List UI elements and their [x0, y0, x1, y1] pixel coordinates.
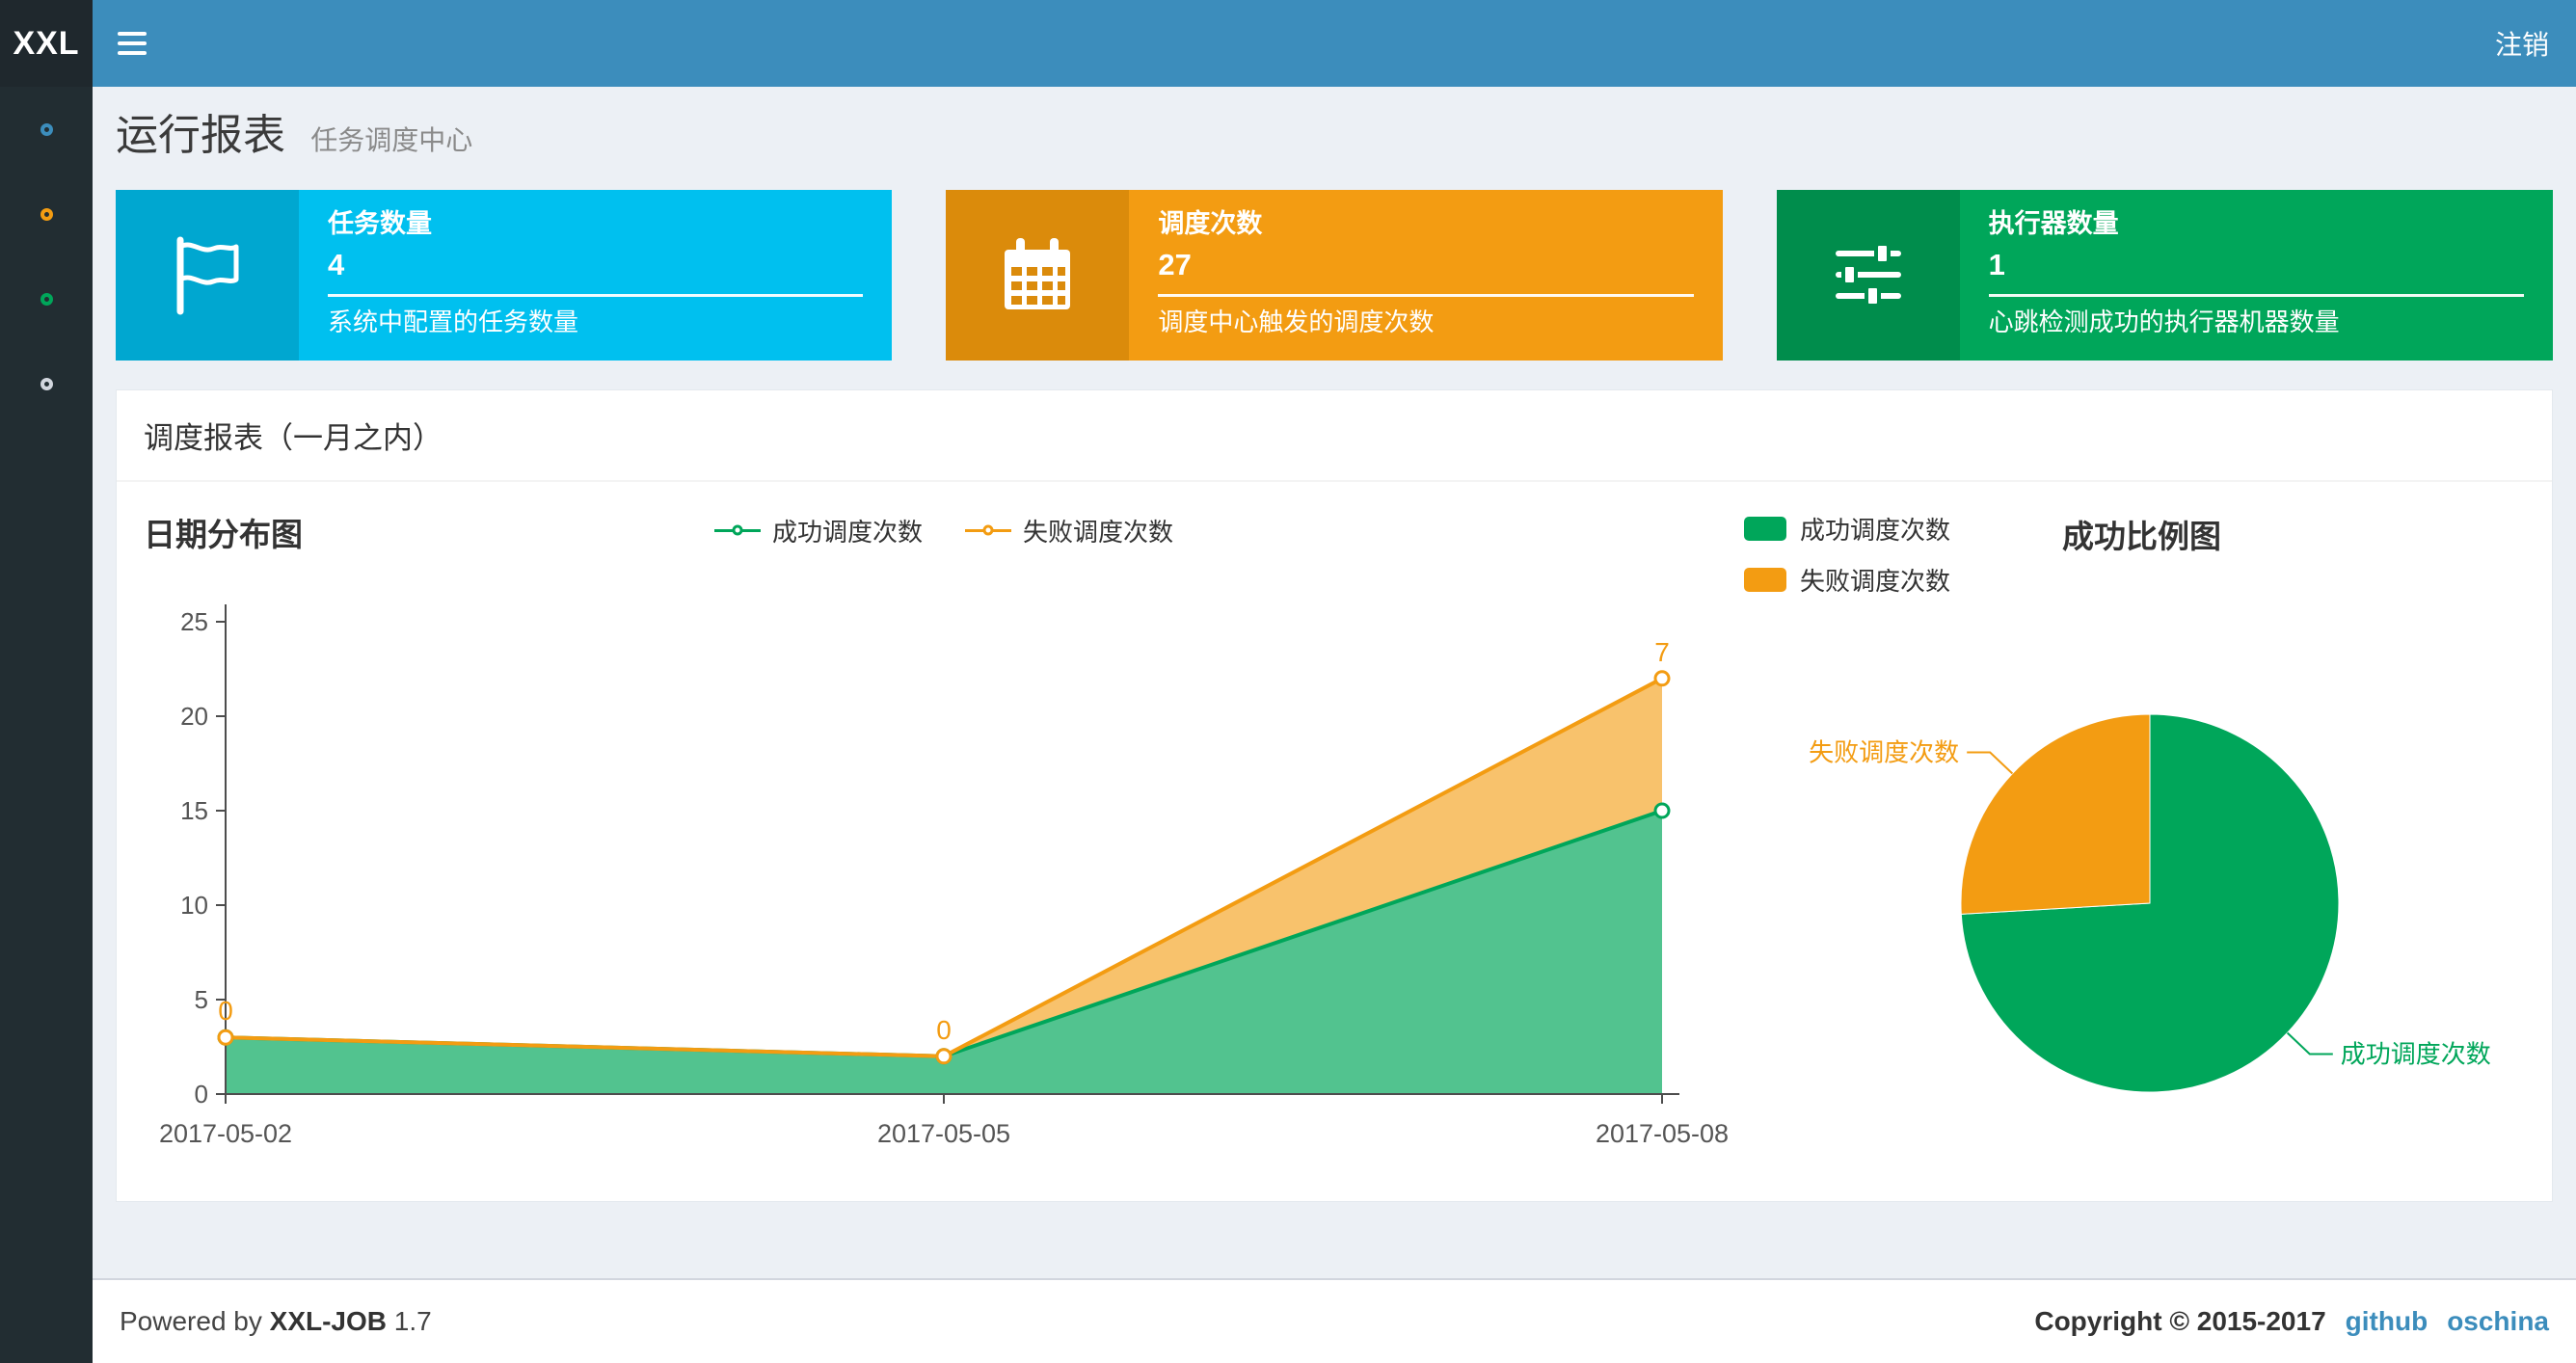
svg-text:15: 15	[180, 796, 208, 825]
info-box-title: 任务数量	[328, 208, 432, 238]
sliders-icon	[1835, 242, 1901, 308]
sidebar-item-job-manage[interactable]	[0, 172, 93, 256]
footer: Powered by XXL-JOB 1.7 Copyright © 2015-…	[93, 1278, 2576, 1363]
content-header: 运行报表 任务调度中心	[93, 87, 2576, 174]
divider	[1158, 294, 1694, 298]
powered-by: Powered by XXL-JOB 1.7	[120, 1306, 432, 1336]
legend-label: 失败调度次数	[1800, 566, 1951, 596]
svg-text:20: 20	[180, 702, 208, 731]
legend-line-marker-icon	[965, 524, 1011, 536]
info-box-trigger-count: 调度次数 27 调度中心触发的调度次数	[946, 189, 1723, 361]
info-box-value: 4	[328, 247, 345, 281]
divider	[1988, 294, 2524, 298]
info-box-executor-count: 执行器数量 1 心跳检测成功的执行器机器数量	[1776, 189, 2553, 361]
date-distribution-chart: 日期分布图 成功调度次数 失败调度次数 0 5 10 15 20 25 2017…	[144, 509, 1744, 1168]
svg-text:2017-05-05: 2017-05-05	[877, 1119, 1010, 1148]
calendar-icon	[1005, 238, 1071, 310]
content-area: 运行报表 任务调度中心 任务数量 4 系统中配置的任务数量 调度次数 27 调度…	[93, 87, 2576, 1363]
logout-link[interactable]: 注销	[2468, 0, 2576, 87]
xxl-job-dashboard: XXL 注销 运行报表 任务调度中心 任务数量 4 系统中配置的任务数量 调度次…	[0, 0, 2576, 1363]
product-name: XXL-JOB	[269, 1306, 388, 1336]
sidebar-item-help[interactable]	[0, 341, 93, 426]
svg-text:0: 0	[218, 996, 233, 1026]
info-box-job-count: 任务数量 4 系统中配置的任务数量	[116, 189, 893, 361]
copyright: Copyright © 2015-2017	[2034, 1306, 2326, 1336]
top-navbar: XXL 注销	[0, 0, 2576, 87]
legend-label: 成功调度次数	[1800, 515, 1951, 545]
sidebar	[0, 87, 93, 1363]
svg-text:0: 0	[936, 1014, 952, 1044]
sidebar-item-dashboard[interactable]	[0, 87, 93, 172]
info-box-description: 心跳检测成功的执行器机器数量	[1988, 307, 2340, 337]
github-link[interactable]: github	[2346, 1306, 2428, 1337]
legend-label: 失败调度次数	[1023, 517, 1174, 547]
line-chart-canvas[interactable]: 0 5 10 15 20 25 2017-05-02 2017-05-05 2017-05-08…	[144, 569, 1744, 1168]
oschina-link[interactable]: oschina	[2447, 1306, 2549, 1337]
circle-icon	[40, 207, 53, 221]
line-chart-legend: 成功调度次数 失败调度次数	[144, 513, 1744, 548]
pie-legend-item-success[interactable]: 成功调度次数	[1744, 511, 1950, 547]
legend-item-fail[interactable]: 失败调度次数	[965, 513, 1173, 548]
svg-text:0: 0	[195, 1080, 208, 1109]
page-title-text: 运行报表	[116, 112, 285, 159]
legend-swatch-icon	[1744, 516, 1786, 541]
pie-legend-item-fail[interactable]: 失败调度次数	[1744, 562, 1950, 598]
product-version: 1.7	[393, 1306, 432, 1336]
flag-icon	[176, 236, 239, 315]
logo[interactable]: XXL	[0, 0, 93, 87]
info-box-value: 27	[1158, 247, 1192, 281]
svg-text:10: 10	[180, 891, 208, 920]
circle-icon	[40, 122, 53, 136]
legend-swatch-icon	[1744, 567, 1786, 592]
legend-line-marker-icon	[713, 524, 761, 536]
sidebar-toggle-button[interactable]	[93, 0, 172, 87]
info-box-title: 执行器数量	[1988, 208, 2119, 238]
divider	[328, 294, 864, 298]
page-title: 运行报表 任务调度中心	[116, 112, 2553, 161]
legend-label: 成功调度次数	[771, 517, 923, 547]
pie-chart-title: 成功比例图	[2062, 518, 2221, 554]
svg-text:成功调度次数: 成功调度次数	[2341, 1039, 2491, 1068]
panel-title: 调度报表（一月之内）	[117, 390, 2552, 482]
info-box-description: 调度中心触发的调度次数	[1158, 307, 1435, 337]
svg-text:7: 7	[1654, 636, 1670, 666]
info-box-title: 调度次数	[1158, 208, 1263, 238]
legend-item-success[interactable]: 成功调度次数	[713, 513, 923, 548]
svg-text:失败调度次数: 失败调度次数	[1809, 737, 1959, 766]
success-ratio-chart: 成功调度次数 失败调度次数 成功比例图 成功调度次数 失败调度次数	[1744, 509, 2525, 1168]
hamburger-icon	[118, 32, 147, 55]
svg-text:2017-05-02: 2017-05-02	[159, 1119, 292, 1148]
circle-icon	[40, 377, 53, 390]
info-box-row: 任务数量 4 系统中配置的任务数量 调度次数 27 调度中心触发的调度次数 执行…	[116, 189, 2553, 361]
svg-text:5: 5	[195, 985, 208, 1014]
svg-text:2017-05-08: 2017-05-08	[1596, 1119, 1729, 1148]
page-subtitle: 任务调度中心	[310, 125, 473, 155]
report-panel: 调度报表（一月之内） 日期分布图 成功调度次数 失败调度次数 0 5 10 15…	[116, 388, 2553, 1202]
info-box-value: 1	[1988, 247, 2005, 281]
sidebar-item-job-log[interactable]	[0, 256, 93, 341]
svg-text:25: 25	[180, 607, 208, 636]
pie-chart-legend: 成功调度次数 失败调度次数	[1744, 511, 1950, 613]
circle-icon	[40, 292, 53, 306]
info-box-description: 系统中配置的任务数量	[328, 307, 579, 337]
